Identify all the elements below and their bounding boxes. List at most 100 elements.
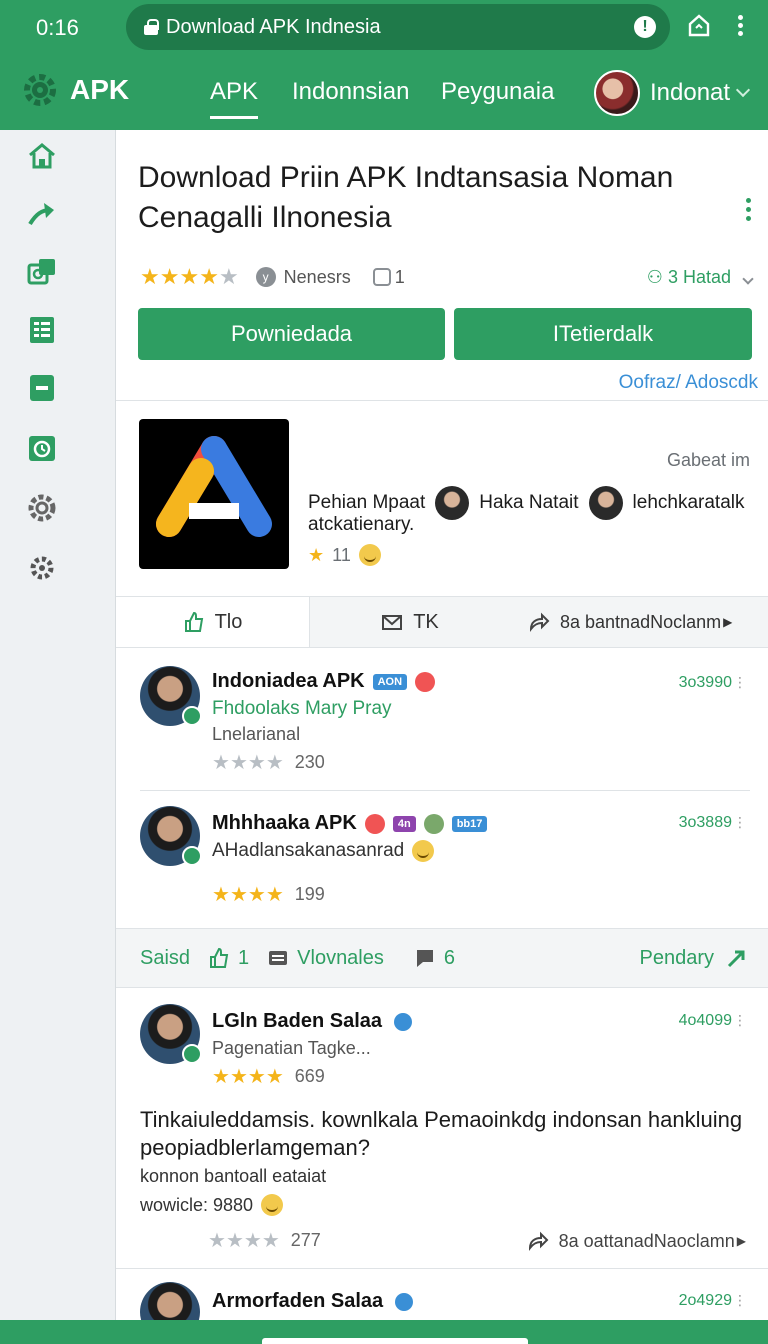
cog-small-icon[interactable] xyxy=(26,552,58,584)
emoji-icon xyxy=(415,671,436,692)
review-subtitle: Pagenatian Tagke... xyxy=(212,1038,371,1058)
more-options-icon[interactable] xyxy=(746,194,752,225)
main-content: Download Priin APK Indtansasia Noman Cen… xyxy=(116,130,768,1320)
avatar xyxy=(594,70,640,116)
home-indicator[interactable] xyxy=(262,1338,528,1344)
post-text: Tinkaiuleddamsis. kownlkala Pemaoinkdg i… xyxy=(140,1107,743,1160)
media-icon[interactable] xyxy=(26,256,58,288)
home-outline-icon[interactable] xyxy=(686,12,712,38)
more-icon[interactable]: ⋮ xyxy=(733,1012,748,1029)
divider xyxy=(116,400,768,401)
download-button[interactable]: Powniedada xyxy=(138,308,445,360)
info-badge-icon: y xyxy=(255,267,276,287)
more-icon[interactable]: ⋮ xyxy=(733,814,748,831)
rating-stars: ★ ★ ★ ★ ★ xyxy=(140,264,239,289)
app-logo-icon xyxy=(156,436,272,537)
review-item[interactable]: Armorfaden Salaa 2o4929 ⋮ xyxy=(116,1268,768,1320)
views-label: Vlovnales xyxy=(297,946,384,969)
status-time: 0:16 xyxy=(36,15,79,40)
review-rating: ★ ★ ★ ★ 669 xyxy=(212,1066,325,1088)
smile-emoji-icon xyxy=(412,840,435,862)
app-corner-label: Gabeat im xyxy=(666,450,750,470)
tag-badge: bb17 xyxy=(451,815,488,832)
nav-tab-indonesian[interactable]: Indonnsian xyxy=(292,78,409,106)
list-document-icon[interactable] xyxy=(26,314,58,346)
review-author: Armorfaden Salaa xyxy=(212,1290,384,1312)
app-description-2: atckatienary. xyxy=(308,514,415,535)
home-icon[interactable] xyxy=(26,140,58,172)
info-icon[interactable]: ! xyxy=(634,16,656,38)
review-author: Indoniadea APK xyxy=(212,670,365,692)
review-count: 3o3990 xyxy=(678,674,732,691)
tab-share[interactable]: 8a bantnadNoclanm ▶ xyxy=(510,597,768,647)
logo[interactable]: APK xyxy=(20,70,129,110)
app-icon[interactable] xyxy=(139,419,289,569)
review-count: 4o4099 xyxy=(678,1012,732,1029)
emoji-icon xyxy=(364,813,385,834)
secondary-link[interactable]: Oofraz/ Adoscdk xyxy=(619,372,758,394)
tab-like[interactable]: Tlo xyxy=(116,597,310,647)
avatar xyxy=(140,1282,200,1320)
user-label: Indonat xyxy=(650,79,731,106)
meta-right-dropdown[interactable]: ⚇ 3 Hatad xyxy=(647,267,754,288)
verified-icon xyxy=(395,1292,414,1311)
user-menu[interactable]: Indonat xyxy=(594,70,751,116)
review-rating: ★ ★ ★ ★ 230 xyxy=(212,752,325,774)
url-text: Download APK Indnesia xyxy=(166,15,381,38)
post-share[interactable]: 8a oattanadNaoclamn ▶ xyxy=(527,1230,746,1252)
mail-icon xyxy=(382,615,403,630)
post-line-2: wowicle: 9880 xyxy=(140,1194,254,1215)
secondary-button[interactable]: ITetierdalk xyxy=(454,308,752,360)
trending-arrow-icon[interactable] xyxy=(26,198,58,230)
settings-gear-icon[interactable] xyxy=(26,492,58,524)
verified-icon xyxy=(394,1012,413,1031)
tab-message[interactable]: TK xyxy=(310,597,510,647)
tag-badge: 4n xyxy=(392,815,416,832)
review-item[interactable]: LGln Baden Salaa Pagenatian Tagke... ★ ★ ★… xyxy=(116,988,768,1098)
device-icon[interactable] xyxy=(26,372,58,404)
trending-arrow-icon xyxy=(727,950,745,968)
thumbs-up-icon xyxy=(184,611,203,632)
star-icon: ★ xyxy=(308,544,325,565)
more-icon[interactable]: ⋮ xyxy=(733,1292,748,1309)
chevron-down-icon xyxy=(736,82,751,98)
review-rating: ★ ★ ★ ★ 199 xyxy=(212,884,325,906)
logo-gear-icon xyxy=(24,74,56,106)
avatar xyxy=(140,1004,202,1064)
nav-tab-pengguna[interactable]: Peygunaia xyxy=(441,78,554,106)
comment-flag-icon[interactable] xyxy=(414,947,436,969)
meta-label: Nenesrs xyxy=(283,266,351,287)
action-right[interactable]: Pendary xyxy=(640,947,749,970)
nav-tab-apk[interactable]: APK xyxy=(210,78,259,119)
tag-badge: AON xyxy=(372,673,408,690)
avatar xyxy=(588,486,623,520)
views-icon xyxy=(269,951,288,965)
review-item[interactable]: Indoniadea APK AON Fhdoolaks Mary Pray L… xyxy=(116,648,768,790)
avatar xyxy=(140,806,202,866)
smile-emoji-icon xyxy=(261,1194,284,1216)
review-subtitle[interactable]: Fhdoolaks Mary Pray xyxy=(212,698,392,720)
like-count: 1 xyxy=(238,946,250,969)
logo-text: APK xyxy=(70,74,130,105)
smile-emoji-icon xyxy=(358,544,381,566)
chevron-right-icon: ▶ xyxy=(736,1234,746,1248)
post-line-1: konnon bantoall eataiat xyxy=(140,1166,327,1186)
emoji-icon xyxy=(423,813,444,834)
tab-strip: Tlo TK 8a bantnadNoclanm ▶ xyxy=(116,596,768,648)
action-label[interactable]: Saisd xyxy=(140,947,190,970)
timer-icon[interactable] xyxy=(26,432,58,464)
sidebar xyxy=(0,130,116,1320)
chevron-right-icon: ▶ xyxy=(723,615,733,629)
overflow-menu-icon[interactable] xyxy=(738,12,744,38)
lock-icon xyxy=(144,19,159,35)
share-icon xyxy=(528,1231,549,1252)
review-count: 3o3889 xyxy=(678,814,732,831)
review-author: LGln Baden Salaa xyxy=(212,1010,383,1032)
thumbs-up-icon[interactable] xyxy=(208,947,230,969)
more-icon[interactable]: ⋮ xyxy=(733,674,748,691)
url-bar[interactable]: Download APK Indnesia ! xyxy=(126,4,670,50)
review-count: 2o4929 xyxy=(678,1292,732,1309)
review-item[interactable]: Mhhhaaka APK 4n bb17 AHadlansakanasanrad… xyxy=(116,790,768,928)
top-nav: APK APK Indonnsian Peygunaia Indonat xyxy=(0,56,768,130)
meta-count: 1 xyxy=(394,266,405,287)
